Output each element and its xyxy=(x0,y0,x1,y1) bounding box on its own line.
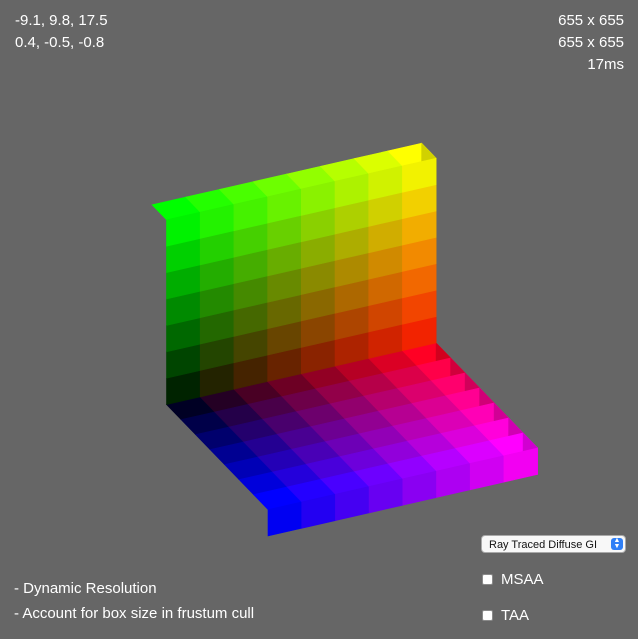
camera-direction-readout: 0.4, -0.5, -0.8 xyxy=(15,34,105,51)
output-size-readout: 655 x 655 xyxy=(558,34,624,51)
msaa-label: MSAA xyxy=(501,571,544,588)
msaa-option[interactable]: MSAA xyxy=(482,571,544,588)
render-mode-selected-value: Ray Traced Diffuse GI xyxy=(489,539,598,551)
frame-time-readout: 17ms xyxy=(587,56,624,73)
hud-left: -9.1, 9.8, 17.5 0.4, -0.5, -0.8 xyxy=(15,10,108,54)
msaa-checkbox[interactable] xyxy=(482,574,493,585)
render-mode-select[interactable]: Ray Traced Diffuse GI ▲ ▼ xyxy=(481,535,626,553)
chevron-updown-icon: ▲ ▼ xyxy=(611,537,623,550)
note-item: - Dynamic Resolution xyxy=(14,580,157,597)
camera-position-readout: -9.1, 9.8, 17.5 xyxy=(15,12,108,29)
notes-list: - Dynamic Resolution - Account for box s… xyxy=(14,576,254,626)
taa-option[interactable]: TAA xyxy=(482,607,529,624)
hud-right: 655 x 655 655 x 655 17ms xyxy=(558,10,624,76)
taa-checkbox[interactable] xyxy=(482,610,493,621)
note-item: - Account for box size in frustum cull xyxy=(14,605,255,622)
taa-label: TAA xyxy=(501,607,530,624)
render-size-readout: 655 x 655 xyxy=(558,12,624,29)
